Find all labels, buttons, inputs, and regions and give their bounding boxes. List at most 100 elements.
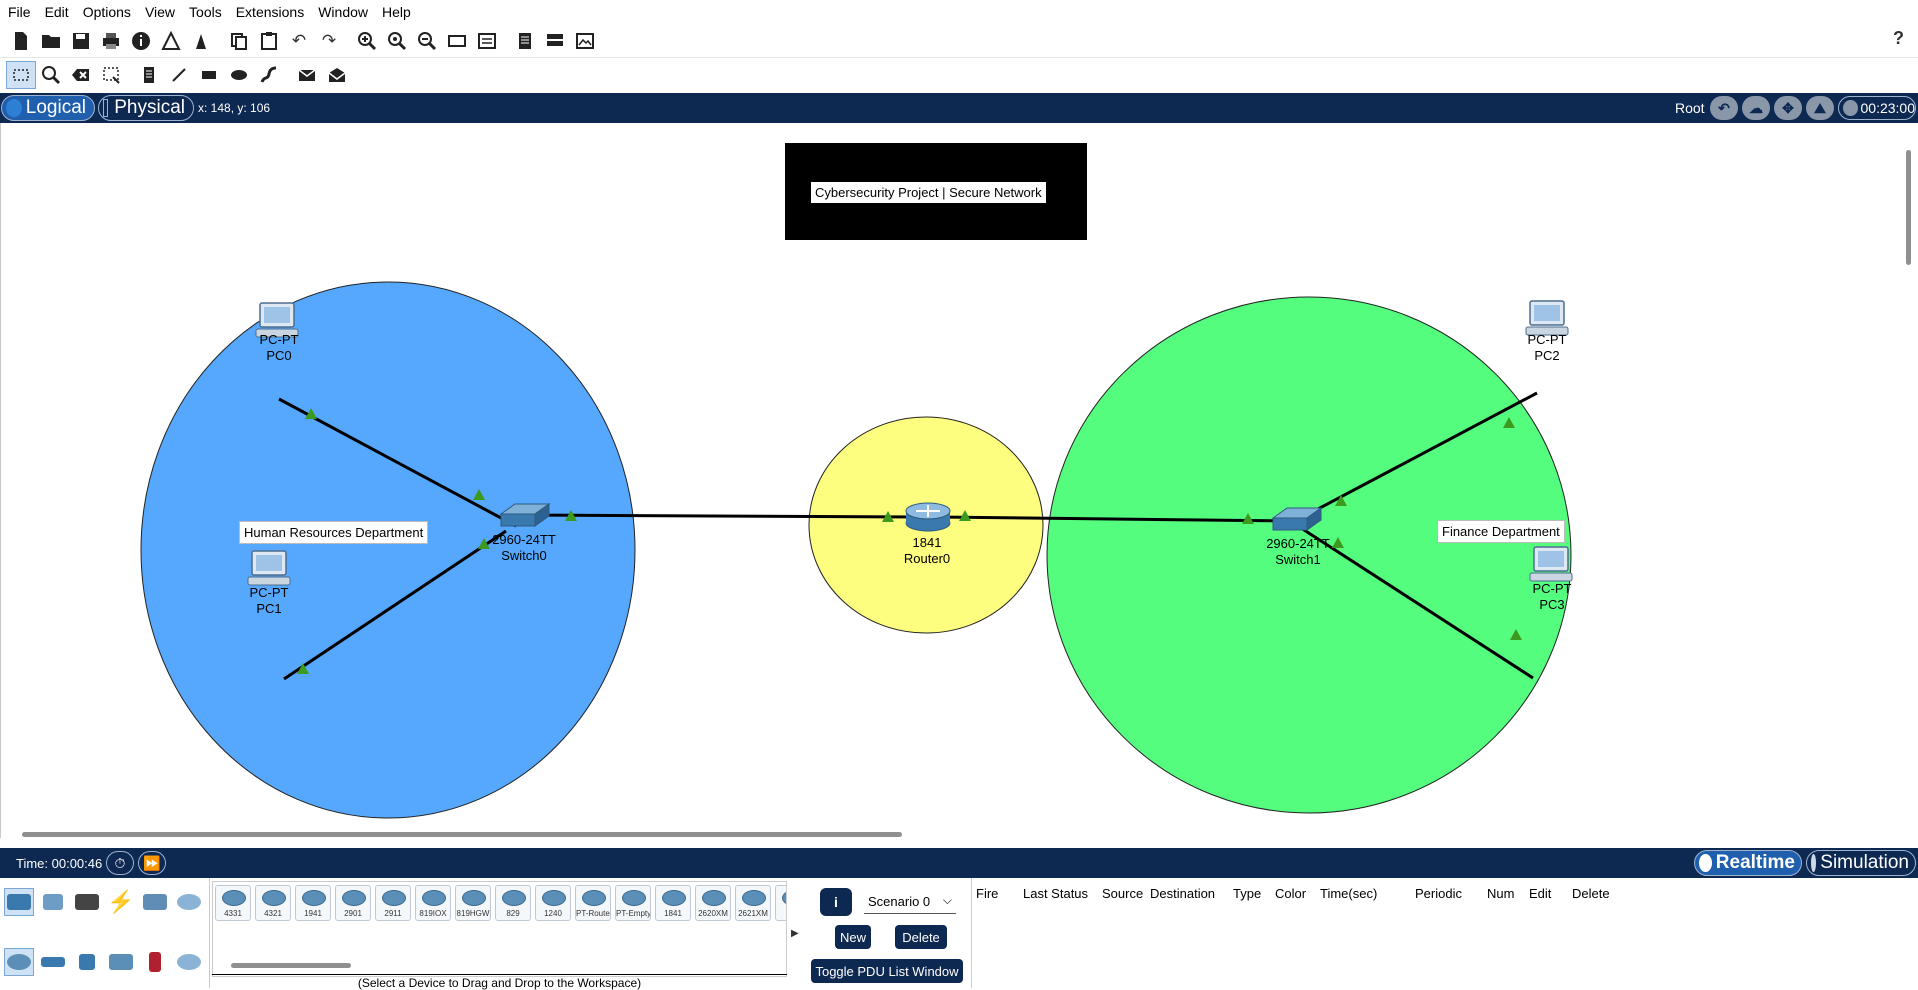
drawing-palette-icon[interactable] [442,27,472,55]
device-829[interactable]: 829 [495,885,531,921]
move-object-icon[interactable]: ✥ [1774,96,1802,120]
activity-wizard-icon[interactable] [156,27,186,55]
viewport-clock[interactable]: 00:23:00 [1838,96,1916,120]
device-1240[interactable]: 1240 [535,885,571,921]
simulation-mode-button[interactable]: Simulation [1806,850,1916,876]
scenario-info-button[interactable]: i [820,888,852,916]
new-file-icon[interactable] [6,27,36,55]
logical-workspace[interactable]: Cybersecurity Project | Secure Network H… [0,123,1900,838]
device-819hgw[interactable]: 819HGW [455,885,491,921]
router-icon[interactable] [905,502,951,532]
device-label-pc3[interactable]: PC-PT PC3 [1512,581,1592,613]
view-icon[interactable] [510,27,540,55]
complex-pdu-icon[interactable] [322,61,352,89]
pdu-icon[interactable] [186,27,216,55]
menu-file[interactable]: File [8,4,31,20]
device-1841[interactable]: 1841 [655,885,691,921]
note-finance-department[interactable]: Finance Department [1437,520,1565,543]
menu-options[interactable]: Options [83,4,131,20]
menu-extensions[interactable]: Extensions [236,4,304,20]
connections-icon[interactable]: ⚡ [106,888,136,916]
open-folder-icon[interactable] [36,27,66,55]
pc-icon[interactable] [247,550,291,586]
menu-window[interactable]: Window [318,4,368,20]
device-819iox[interactable]: 819IOX [415,885,451,921]
delete-icon[interactable] [66,61,96,89]
zoom-in-icon[interactable] [352,27,382,55]
menu-edit[interactable]: Edit [45,4,69,20]
pc-icon[interactable] [1529,546,1573,582]
resize-icon[interactable] [96,61,126,89]
routers-icon[interactable] [4,948,34,976]
place-note-icon[interactable] [134,61,164,89]
realtime-mode-button[interactable]: Realtime [1694,850,1802,876]
paste-icon[interactable] [254,27,284,55]
vertical-scroll-thumb[interactable] [1906,150,1911,265]
link-switch0-router0[interactable] [522,513,922,519]
device-4321[interactable]: 4321 [255,885,291,921]
device-label-router0[interactable]: 1841 Router0 [887,535,967,567]
components-icon[interactable] [72,888,102,916]
device-pt-empty[interactable]: PT-Empty [615,885,651,921]
end-devices-icon[interactable] [38,888,68,916]
background-image-icon[interactable]: ⛰ [1806,96,1834,120]
physical-view-button[interactable]: Physical [98,95,194,121]
device-more[interactable]: 2 [775,885,786,921]
select-icon[interactable] [6,61,36,89]
draw-rectangle-icon[interactable] [194,61,224,89]
back-icon[interactable]: ↶ [1710,96,1738,120]
undo-icon[interactable]: ↶ [284,27,314,55]
device-label-pc0[interactable]: PC-PT PC0 [239,332,319,364]
security-icon[interactable] [140,948,170,976]
fast-forward-icon[interactable]: ⏩ [138,851,166,875]
new-scenario-button[interactable]: New [835,925,871,949]
network-info-icon[interactable] [540,27,570,55]
simple-pdu-icon[interactable] [292,61,322,89]
workspace-horizontal-scrollbar[interactable] [0,830,1900,838]
zoom-reset-icon[interactable] [382,27,412,55]
device-label-pc2[interactable]: PC-PT PC2 [1507,332,1587,364]
freeform-icon[interactable] [254,61,284,89]
toggle-pdu-list-button[interactable]: Toggle PDU List Window [811,959,963,983]
wan-emulation-icon[interactable] [174,948,204,976]
multiuser-icon[interactable] [174,888,204,916]
device-label-pc1[interactable]: PC-PT PC1 [229,585,309,617]
wireless-icon[interactable] [106,948,136,976]
device-2621xm[interactable]: 2621XM [735,885,771,921]
switches-icon[interactable] [38,948,68,976]
draw-line-icon[interactable] [164,61,194,89]
note-hr-department[interactable]: Human Resources Department [239,521,429,544]
print-icon[interactable] [96,27,126,55]
cluster-cloud-icon[interactable]: ☁ [1742,96,1770,120]
device-pt-router[interactable]: PT-Router [575,885,611,921]
help-button[interactable]: ? [1893,28,1904,49]
screenshot-icon[interactable] [570,27,600,55]
device-2901[interactable]: 2901 [335,885,371,921]
delete-scenario-button[interactable]: Delete [895,925,947,949]
device-label-switch0[interactable]: 2960-24TT Switch0 [484,532,564,564]
custom-device-icon[interactable] [472,27,502,55]
device-strip-scrollbar[interactable] [231,963,351,968]
inspect-icon[interactable] [36,61,66,89]
menu-tools[interactable]: Tools [189,4,222,20]
workspace-vertical-scrollbar[interactable] [1900,123,1918,838]
power-cycle-icon[interactable]: ⏱ [106,851,134,875]
device-2911[interactable]: 2911 [375,885,411,921]
menu-view[interactable]: View [145,4,175,20]
miscellaneous-icon[interactable] [140,888,170,916]
draw-ellipse-icon[interactable] [224,61,254,89]
scenario-select[interactable]: Scenario 0 ⌵ [864,892,956,914]
project-title[interactable]: Cybersecurity Project | Secure Network [811,182,1046,203]
info-icon[interactable] [126,27,156,55]
device-label-switch1[interactable]: 2960-24TT Switch1 [1258,536,1338,568]
logical-view-button[interactable]: Logical [1,95,95,121]
pc-icon[interactable] [1525,300,1569,336]
redo-icon[interactable]: ↷ [314,27,344,55]
zoom-out-icon[interactable] [412,27,442,55]
device-1941[interactable]: 1941 [295,885,331,921]
copy-icon[interactable] [224,27,254,55]
device-4331[interactable]: 4331 [215,885,251,921]
save-icon[interactable] [66,27,96,55]
collapse-arrow-icon[interactable]: ▶ [791,928,799,939]
horizontal-scroll-thumb[interactable] [22,832,902,837]
